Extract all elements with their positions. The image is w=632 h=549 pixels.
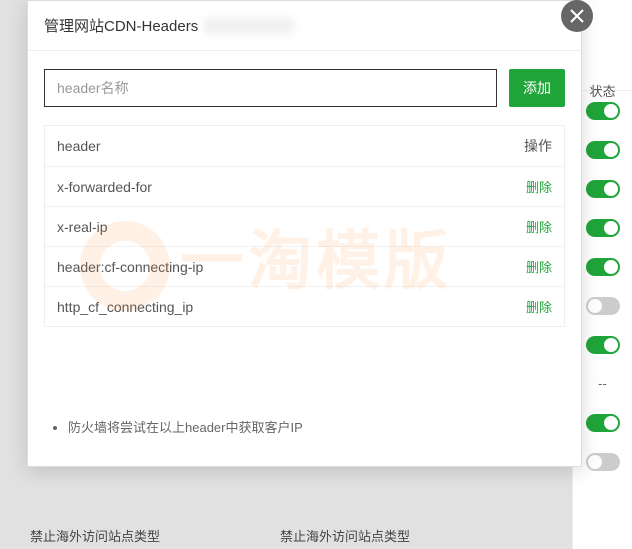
note-list: 防火墙将尝试在以上header中获取客户IP <box>44 417 565 436</box>
toggle-switch[interactable] <box>586 180 620 198</box>
toggle-switch[interactable] <box>586 141 620 159</box>
table-row: header:cf-connecting-ip 删除 <box>45 247 564 287</box>
toggle-switch[interactable] <box>586 336 620 354</box>
toggle-switch[interactable] <box>586 297 620 315</box>
col-header-op: 操作 <box>512 136 552 156</box>
header-name-cell: http_cf_connecting_ip <box>57 299 512 315</box>
header-name-input[interactable] <box>44 69 497 107</box>
modal-title-text: 管理网站CDN-Headers <box>44 15 198 36</box>
close-icon <box>570 9 584 23</box>
bottom-labels: 禁止海外访问站点类型 禁止海外访问站点类型 <box>30 522 552 549</box>
cdn-headers-modal: 管理网站CDN-Headers 添加 header 操作 x-forwarded… <box>27 0 582 467</box>
bottom-label-right: 禁止海外访问站点类型 <box>280 526 410 545</box>
table-row: http_cf_connecting_ip 删除 <box>45 287 564 326</box>
toggle-switch[interactable] <box>586 414 620 432</box>
add-button[interactable]: 添加 <box>509 69 565 107</box>
delete-link[interactable]: 删除 <box>526 260 552 275</box>
status-dash: -- <box>598 376 607 391</box>
delete-link[interactable]: 删除 <box>526 220 552 235</box>
delete-link[interactable]: 删除 <box>526 300 552 315</box>
header-name-cell: x-forwarded-for <box>57 179 512 195</box>
toggle-switch[interactable] <box>586 453 620 471</box>
delete-link[interactable]: 删除 <box>526 180 552 195</box>
toggle-switch[interactable] <box>586 102 620 120</box>
table-row: x-forwarded-for 删除 <box>45 167 564 207</box>
toggle-switch[interactable] <box>586 219 620 237</box>
note-item: 防火墙将尝试在以上header中获取客户IP <box>68 417 565 436</box>
bottom-label-left: 禁止海外访问站点类型 <box>30 526 160 545</box>
input-row: 添加 <box>44 69 565 107</box>
toggle-switch[interactable] <box>586 258 620 276</box>
header-name-cell: header:cf-connecting-ip <box>57 259 512 275</box>
table-row: x-real-ip 删除 <box>45 207 564 247</box>
table-header-row: header 操作 <box>45 126 564 167</box>
modal-body: 添加 header 操作 x-forwarded-for 删除 x-real-i… <box>28 51 581 466</box>
modal-title-blurred <box>204 18 294 34</box>
close-button[interactable] <box>561 0 593 32</box>
col-header-name: header <box>57 138 512 154</box>
headers-table: header 操作 x-forwarded-for 删除 x-real-ip 删… <box>44 125 565 327</box>
modal-title: 管理网站CDN-Headers <box>28 1 581 51</box>
header-name-cell: x-real-ip <box>57 219 512 235</box>
